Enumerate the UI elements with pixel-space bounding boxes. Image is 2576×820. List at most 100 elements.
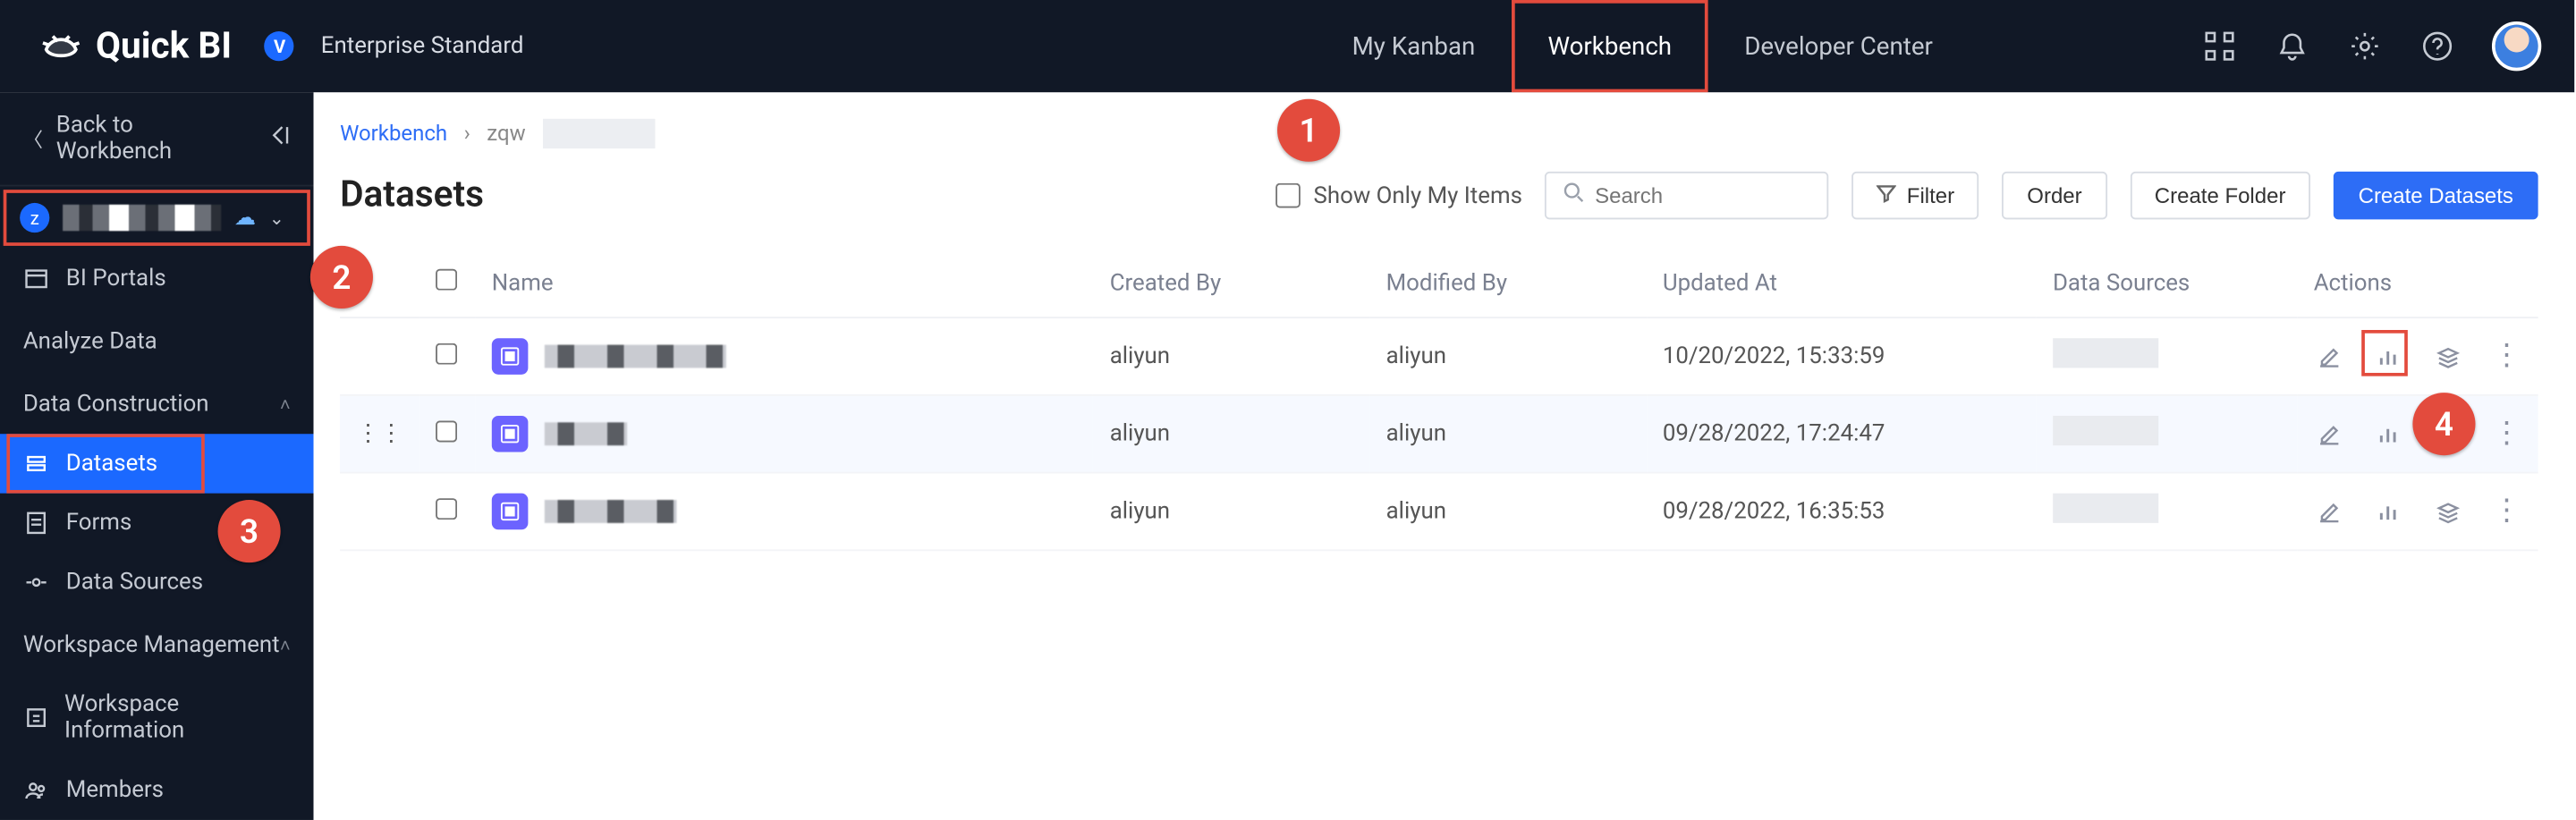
portal-icon (23, 266, 50, 292)
row-checkbox[interactable] (436, 342, 457, 364)
tier-label: Enterprise Standard (321, 33, 524, 60)
forms-icon (23, 510, 50, 537)
edit-icon[interactable] (2314, 496, 2343, 526)
annotation-bubble-3: 3 (218, 500, 281, 562)
gear-icon[interactable] (2347, 28, 2384, 64)
dataset-name (545, 345, 726, 368)
col-updated-at: Updated At (1646, 249, 2036, 318)
create-datasets-button[interactable]: Create Datasets (2334, 172, 2538, 220)
sidebar: 〈 Back to Workbench z ☁ ⌄ 2 BI Portals A… (0, 92, 314, 820)
sidebar-item-members[interactable]: Members (0, 761, 314, 820)
filter-button[interactable]: Filter (1852, 172, 1979, 220)
annotation-bubble-1: 1 (1277, 99, 1340, 162)
breadcrumb-current-mask (542, 119, 654, 148)
search-input[interactable] (1595, 183, 1811, 208)
page-title: Datasets (340, 175, 484, 216)
cell-data-source (2053, 416, 2158, 445)
back-to-workbench[interactable]: 〈 Back to Workbench (0, 92, 314, 186)
content: Workbench › zqw Datasets Show Only My It… (314, 92, 2575, 820)
chart-icon[interactable] (2373, 496, 2402, 526)
main: 〈 Back to Workbench z ☁ ⌄ 2 BI Portals A… (0, 92, 2574, 820)
sidebar-item-workspace-information[interactable]: Workspace Information (0, 675, 314, 761)
sidebar-item-data-sources[interactable]: Data Sources (0, 553, 314, 612)
sidebar-group-workspace-management[interactable]: Workspace Management ˄ (0, 612, 314, 674)
header-right (2201, 21, 2541, 71)
sidebar-item-datasets[interactable]: Datasets (0, 434, 314, 493)
workspace-switcher[interactable]: z ☁ ⌄ (0, 186, 314, 249)
brand: Quick BI V Enterprise Standard (39, 26, 523, 67)
annotation-bubble-2: 2 (310, 246, 373, 309)
info-icon (23, 705, 48, 731)
col-data-sources: Data Sources (2037, 249, 2298, 318)
layers-icon[interactable] (2433, 496, 2462, 526)
chevron-right-icon: › (464, 122, 470, 147)
dataset-row-icon (492, 494, 529, 530)
layers-icon[interactable] (2433, 342, 2462, 371)
more-icon[interactable]: ⋮ (2492, 419, 2521, 449)
row-checkbox[interactable] (436, 497, 457, 519)
dataset-name (545, 500, 677, 523)
sidebar-group-analyze: Analyze Data (0, 309, 314, 371)
dataset-row-icon (492, 416, 529, 452)
select-all-checkbox[interactable] (436, 269, 457, 291)
workspace-cloud-icon: ☁ (234, 206, 256, 231)
col-name: Name (475, 249, 1093, 318)
brand-logo: Quick BI (39, 26, 232, 67)
cell-data-source (2053, 338, 2158, 368)
drag-handle-icon[interactable]: ⋮⋮ (357, 420, 403, 447)
nav-developer-center[interactable]: Developer Center (1708, 0, 1970, 92)
nav-my-kanban[interactable]: My Kanban (1316, 0, 1512, 92)
nav-workbench[interactable]: Workbench (1512, 0, 1708, 92)
chart-icon[interactable] (2373, 342, 2402, 371)
dataset-name (545, 422, 627, 445)
cell-modified-by: aliyun (1369, 395, 1646, 473)
col-created-by: Created By (1093, 249, 1369, 318)
page-toolbar: Show Only My Items Filter Order Create F… (1275, 172, 2538, 220)
more-icon[interactable]: ⋮ (2492, 496, 2521, 526)
cell-created-by: aliyun (1093, 395, 1369, 473)
avatar[interactable] (2492, 21, 2541, 71)
order-button[interactable]: Order (2003, 172, 2107, 220)
cell-created-by: aliyun (1093, 317, 1369, 395)
show-only-mine-checkbox[interactable]: Show Only My Items (1275, 182, 1522, 209)
bell-icon[interactable] (2274, 28, 2310, 64)
more-icon[interactable]: ⋮ (2492, 342, 2521, 371)
cell-updated-at: 10/20/2022, 15:33:59 (1646, 317, 2036, 395)
cell-data-source (2053, 494, 2158, 523)
search-icon (1563, 182, 1585, 209)
row-checkbox[interactable] (436, 420, 457, 442)
chart-icon[interactable] (2373, 419, 2402, 449)
filter-icon (1877, 183, 1897, 208)
table-row[interactable]: aliyun aliyun 10/20/2022, 15:33:59 ⋮ (340, 317, 2538, 395)
chevron-up-icon: ˄ (280, 634, 291, 655)
chevron-left-icon: 〈 (23, 124, 43, 152)
sidebar-item-bi-portals[interactable]: BI Portals (0, 249, 314, 309)
data-sources-icon (23, 570, 50, 596)
table-row[interactable]: aliyun aliyun 09/28/2022, 16:35:53 ⋮ (340, 473, 2538, 551)
cell-updated-at: 09/28/2022, 17:24:47 (1646, 395, 2036, 473)
breadcrumb-root[interactable]: Workbench (340, 122, 447, 147)
breadcrumb-current-prefix: zqw (487, 122, 525, 147)
table-row[interactable]: ⋮⋮ aliyun aliyun 09/28/2022, 17:24:47 ⋮ (340, 395, 2538, 473)
show-only-mine-input[interactable] (1275, 183, 1301, 208)
top-nav: My Kanban Workbench Developer Center (1316, 0, 1969, 92)
chevron-up-icon: ˄ (280, 393, 291, 415)
workspace-badge-icon: z (20, 203, 49, 232)
sidebar-item-label: Members (66, 777, 164, 804)
dataset-row-icon (492, 338, 529, 375)
annotation-bubble-4: 4 (2412, 393, 2475, 455)
tier-badge-icon: V (265, 31, 294, 61)
sidebar-group-data-construction[interactable]: Data Construction ˄ (0, 371, 314, 434)
create-folder-button[interactable]: Create Folder (2130, 172, 2310, 220)
apps-grid-icon[interactable] (2201, 28, 2238, 64)
edit-icon[interactable] (2314, 342, 2343, 371)
chevron-down-icon: ⌄ (269, 207, 284, 229)
sidebar-item-label: Forms (66, 510, 131, 537)
sidebar-collapse-icon[interactable] (267, 123, 291, 153)
search-input-wrapper[interactable] (1546, 172, 1829, 220)
workspace-name (63, 205, 221, 232)
help-icon[interactable] (2419, 28, 2456, 64)
app-header: Quick BI V Enterprise Standard My Kanban… (0, 0, 2574, 92)
edit-icon[interactable] (2314, 419, 2343, 449)
col-actions: Actions (2297, 249, 2538, 318)
